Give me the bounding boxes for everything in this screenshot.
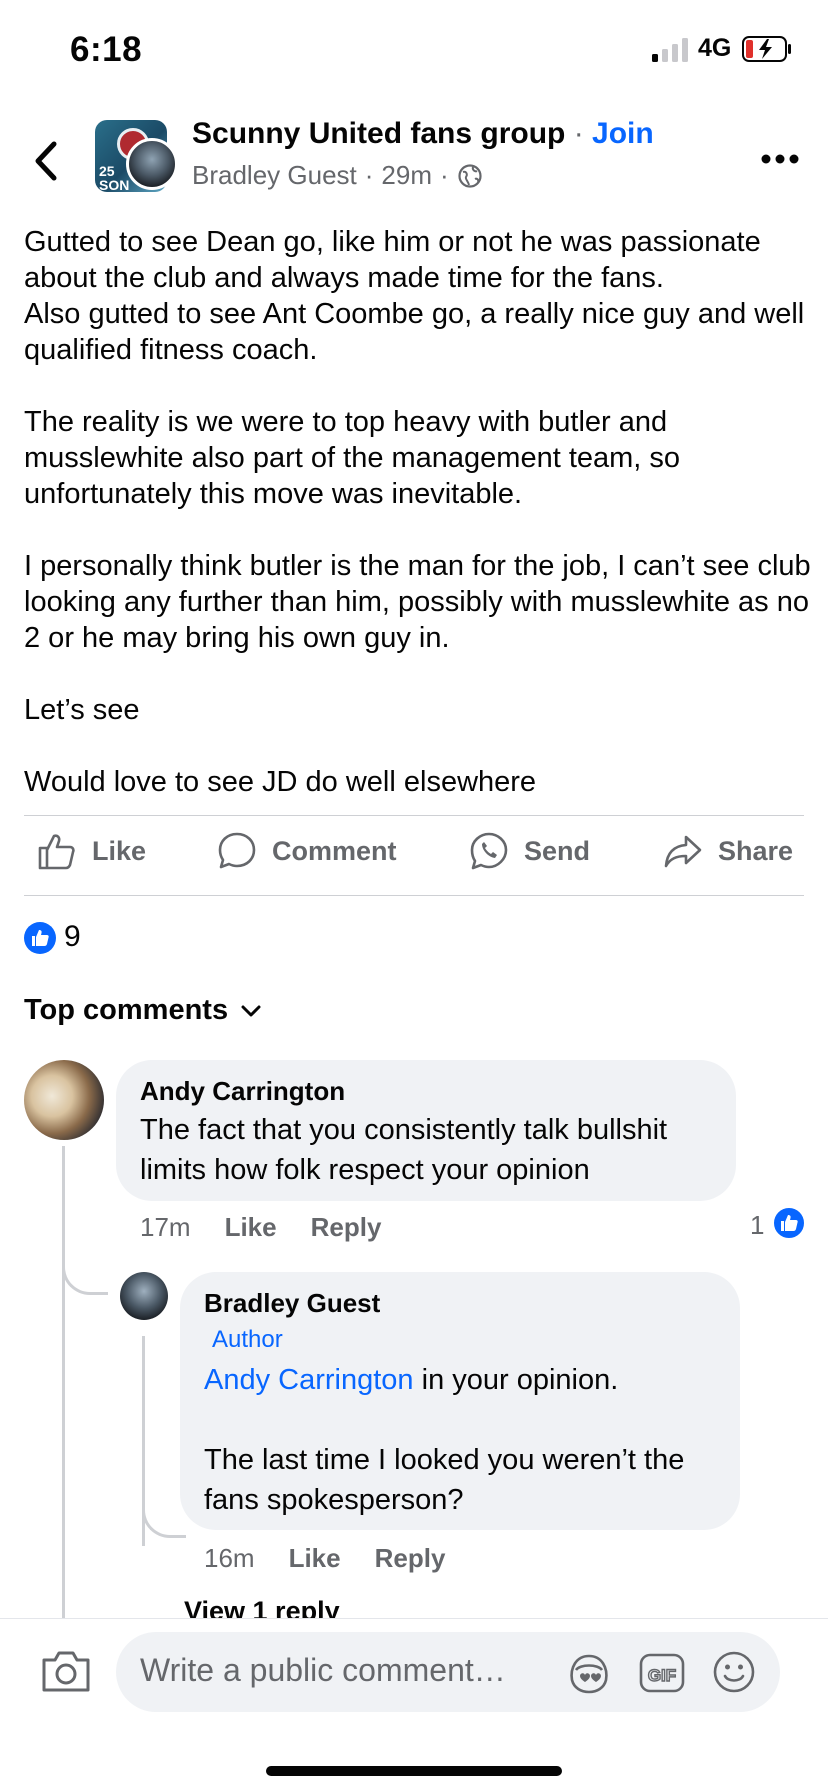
chevron-down-icon [241,1005,261,1016]
share-label: Share [718,835,794,866]
comment-meta: 17m Like Reply [140,1212,381,1243]
back-arrow-icon[interactable] [30,138,66,184]
like-reaction-icon[interactable] [24,922,56,954]
top-comments-label: Top comments [24,994,229,1026]
comment-icon [218,832,256,869]
reply-author-avatar[interactable] [120,1272,168,1320]
join-button[interactable]: Join [592,117,654,150]
svg-text:GIF: GIF [648,1666,676,1685]
author-badge: Author [212,1326,283,1353]
post-body: Gutted to see Dean go, like him or not h… [24,224,814,836]
byline-separator-2: · [440,160,449,190]
comment-bubble[interactable]: Andy Carrington The fact that you consis… [116,1060,736,1201]
post-paragraph: Let’s see [24,694,140,726]
share-icon [664,835,702,868]
thread-line [62,1146,65,1621]
signal-icon [652,38,688,62]
author-avatar-small[interactable] [126,138,178,190]
comment-author[interactable]: Andy Carrington [140,1076,345,1107]
send-label: Send [524,835,591,866]
network-label: 4G [698,34,732,62]
reply-meta: 16m Like Reply [204,1543,445,1574]
reply-text: Andy Carrington in your opinion. [204,1360,724,1400]
like-icon [38,834,75,870]
author-name[interactable]: Bradley Guest [192,160,357,191]
reply-reply-button[interactable]: Reply [375,1543,446,1574]
comment-like-button[interactable]: Like [225,1212,277,1243]
reply-time[interactable]: 16m [204,1543,255,1574]
globe-icon [458,163,482,188]
comment-text: The fact that you consistently talk bull… [140,1114,668,1186]
reply-text-2: The last time I looked you weren’t the f… [204,1444,685,1516]
commenter-avatar[interactable] [24,1060,104,1140]
post-paragraph: The reality is we were to top heavy with… [24,406,689,510]
emoji-icon[interactable] [712,1650,756,1694]
group-avatar-text: 25 SON [99,163,130,192]
reply-text-part: in your opinion. [413,1364,619,1396]
like-reaction-icon[interactable] [772,1206,806,1240]
byline-separator: · [364,160,374,190]
post-paragraph: I personally think butler is the man for… [24,550,819,654]
avatar-sticker-icon[interactable] [566,1650,612,1696]
battery-icon [742,36,791,62]
divider [24,895,804,896]
like-label: Like [92,835,147,866]
separator-dot: · [573,117,584,150]
comment-like-count[interactable]: 1 [750,1210,764,1241]
send-icon [470,832,508,870]
reply-author[interactable]: Bradley Guest [204,1288,380,1319]
divider [24,815,804,816]
thread-curve [62,1240,108,1295]
post-byline: Bradley Guest · 29m · [192,160,483,191]
comment-input-placeholder[interactable]: Write a public comment… [140,1652,506,1689]
camera-icon[interactable] [40,1648,92,1694]
mention-link[interactable]: Andy Carrington [204,1364,414,1396]
reply-bubble[interactable]: Bradley Guest Author Andy Carrington in … [180,1272,740,1530]
like-button[interactable]: Like [36,830,146,872]
share-button[interactable]: Share [662,830,793,872]
group-name-text[interactable]: Scunny United fans group [192,117,565,150]
send-button[interactable]: Send [468,830,590,872]
post-paragraph: Would love to see JD do well elsewhere [24,766,537,798]
comment-time[interactable]: 17m [140,1212,191,1243]
gif-icon[interactable]: GIF [638,1650,686,1696]
group-name[interactable]: Scunny United fans group · Join [192,117,654,151]
status-time: 6:18 [70,30,143,69]
post-paragraph: Gutted to see Dean go, like him or not h… [24,226,805,366]
comment-label: Comment [272,835,397,866]
reply-like-button[interactable]: Like [289,1543,341,1574]
top-comments-filter[interactable]: Top comments [24,994,262,1027]
post-time[interactable]: 29m [381,160,432,191]
more-icon[interactable] [760,152,800,166]
reaction-count[interactable]: 9 [64,920,81,954]
comment-button[interactable]: Comment [216,830,397,872]
home-indicator[interactable] [266,1766,562,1776]
comment-reply-button[interactable]: Reply [311,1212,382,1243]
